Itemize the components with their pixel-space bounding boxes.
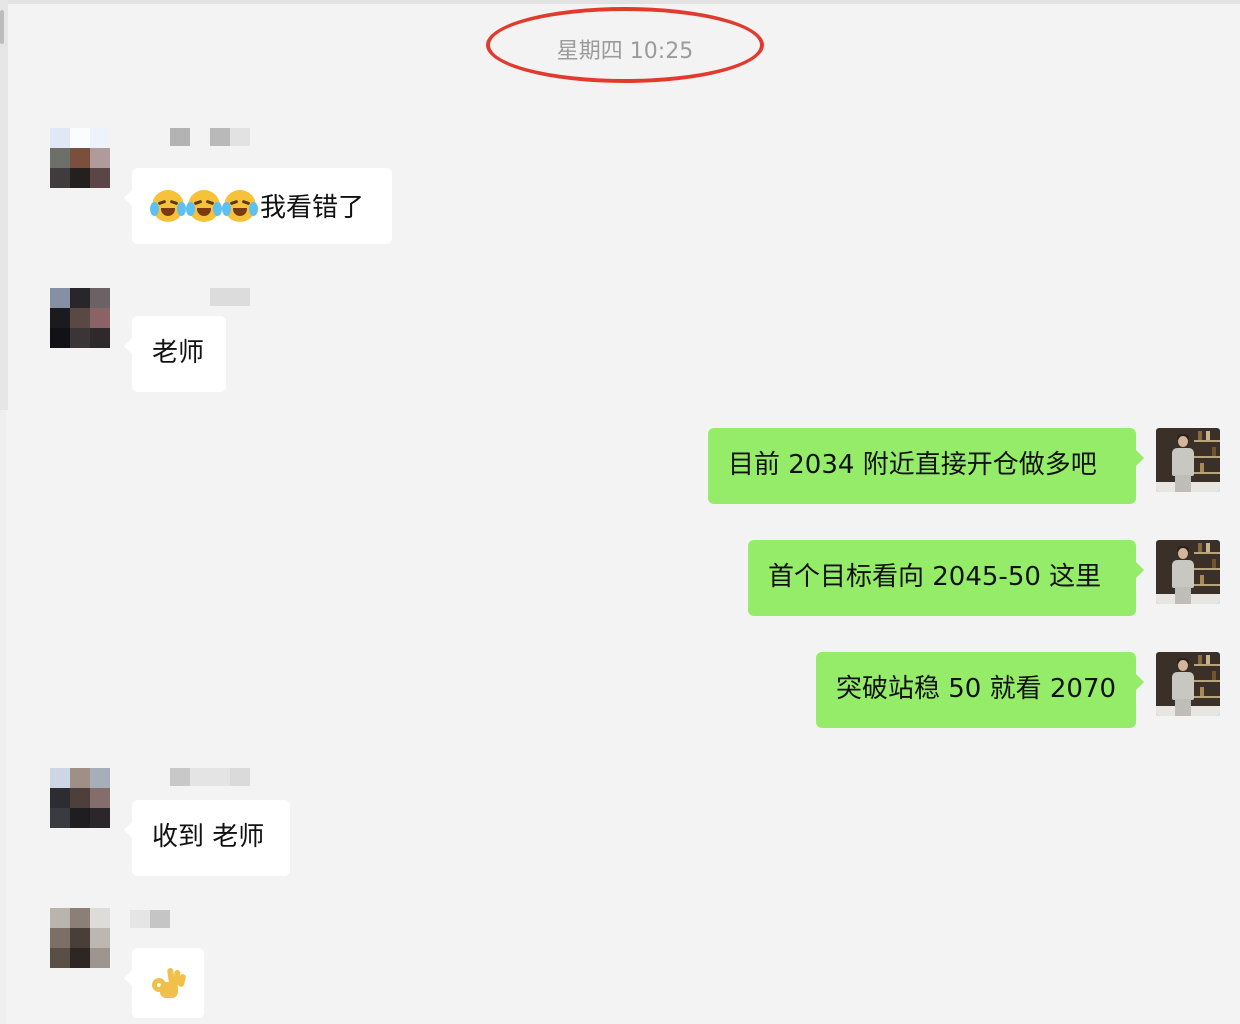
message-bubble-incoming[interactable]: 老师 bbox=[124, 316, 226, 392]
message-bubble-outgoing[interactable]: 目前 2034 附近直接开仓做多吧 bbox=[708, 428, 1144, 504]
message-text: 突破站稳 50 就看 2070 bbox=[836, 674, 1117, 704]
message-bubble-incoming[interactable]: 我看错了 bbox=[124, 168, 392, 244]
sender-name-blurred bbox=[210, 288, 250, 306]
message-text: 老师 bbox=[152, 338, 205, 368]
my-avatar[interactable] bbox=[1156, 540, 1220, 604]
scrollbar-thumb[interactable] bbox=[0, 10, 4, 44]
my-avatar[interactable] bbox=[1156, 428, 1220, 492]
sender-avatar[interactable] bbox=[50, 768, 110, 828]
sender-name-blurred bbox=[130, 910, 170, 928]
left-pane-border bbox=[0, 0, 8, 410]
my-avatar[interactable] bbox=[1156, 652, 1220, 716]
message-text: 我看错了 bbox=[260, 193, 365, 223]
message-bubble-outgoing[interactable]: 突破站稳 50 就看 2070 bbox=[816, 652, 1144, 728]
loudly-crying-laughing-emoji bbox=[186, 190, 222, 222]
sender-avatar[interactable] bbox=[50, 128, 110, 188]
message-bubble-incoming[interactable] bbox=[124, 948, 204, 1018]
loudly-crying-laughing-emoji bbox=[222, 190, 258, 222]
ok-hand-emoji bbox=[150, 967, 187, 1000]
left-pane-border-lower bbox=[0, 410, 6, 1024]
loudly-crying-laughing-emoji bbox=[150, 190, 186, 222]
message-text: 目前 2034 附近直接开仓做多吧 bbox=[728, 450, 1097, 480]
message-timestamp: 星期四 10:25 bbox=[556, 39, 694, 64]
timestamp-highlight: 星期四 10:25 bbox=[486, 7, 764, 83]
message-bubble-incoming[interactable]: 收到 老师 bbox=[124, 800, 290, 876]
sender-avatar[interactable] bbox=[50, 908, 110, 968]
sender-name-blurred bbox=[170, 128, 250, 146]
message-text: 收到 老师 bbox=[152, 822, 265, 852]
window-top-border bbox=[0, 0, 1240, 4]
message-text: 首个目标看向 2045-50 这里 bbox=[768, 562, 1102, 592]
message-bubble-outgoing[interactable]: 首个目标看向 2045-50 这里 bbox=[748, 540, 1144, 616]
sender-name-blurred bbox=[170, 768, 250, 786]
sender-avatar[interactable] bbox=[50, 288, 110, 348]
